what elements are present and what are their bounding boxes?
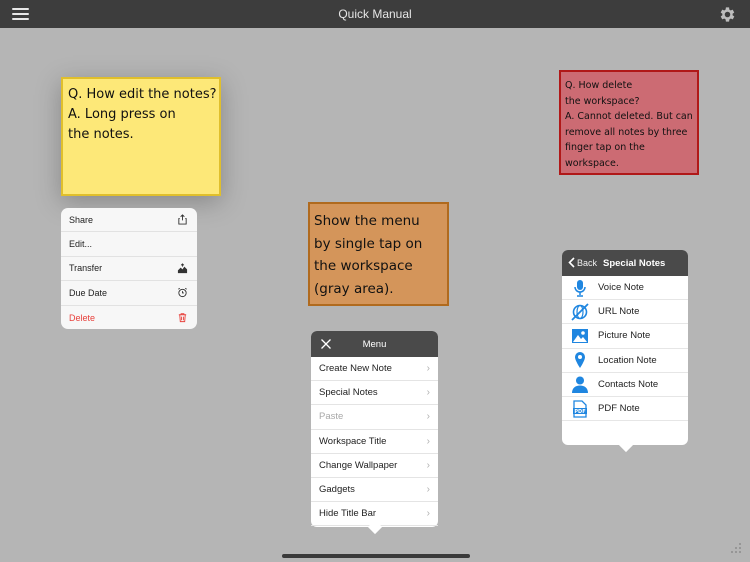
note-line: A. Cannot deleted. But can: [565, 111, 693, 122]
menu-item-label: Paste: [319, 411, 344, 423]
menu-item-change-wallpaper[interactable]: Change Wallpaper ›: [311, 454, 438, 478]
note-line: Show the menu: [314, 213, 420, 229]
app-title: Quick Manual: [338, 7, 412, 21]
context-item-label: Edit...: [69, 239, 93, 250]
menu-item-label: Special Notes: [319, 387, 378, 399]
chevron-right-icon: ›: [426, 484, 430, 496]
special-notes-header: Back Special Notes: [562, 250, 688, 276]
popover-arrow: [618, 437, 634, 453]
special-item-contacts-note[interactable]: Contacts Note: [562, 373, 688, 397]
special-notes-title: Special Notes: [603, 258, 666, 269]
contact-person-icon: [572, 376, 588, 394]
context-item-delete[interactable]: Delete: [61, 306, 197, 329]
menu-item-label: Change Wallpaper: [319, 459, 398, 471]
context-item-share[interactable]: Share: [61, 208, 197, 233]
context-item-label: Due Date: [69, 287, 108, 298]
note-line: the workspace: [314, 258, 413, 274]
svg-text:PDF: PDF: [574, 408, 585, 414]
back-label: Back: [577, 257, 598, 268]
special-item-label: Picture Note: [598, 330, 651, 342]
menu-title: Menu: [362, 339, 387, 350]
context-item-label: Delete: [69, 312, 96, 323]
alarm-clock-icon: [178, 288, 187, 298]
chevron-right-icon: ›: [426, 363, 430, 375]
share-icon: [178, 214, 187, 225]
menu-item-label: Create New Note: [319, 363, 392, 375]
note-line: Q. How delete: [565, 80, 633, 91]
context-item-label: Transfer: [69, 263, 103, 274]
sticky-note-orange[interactable]: Show the menu by single tap on the works…: [308, 202, 449, 306]
chevron-right-icon: ›: [426, 508, 430, 520]
note-line: Q. How edit the notes?: [68, 87, 217, 102]
location-pin-icon: [575, 352, 585, 369]
special-item-label: Location Note: [598, 354, 657, 366]
menu-item-workspace-title[interactable]: Workspace Title ›: [311, 430, 438, 454]
menu-item-label: Gadgets: [319, 484, 355, 496]
gear-icon[interactable]: [718, 5, 737, 24]
home-indicator: [282, 554, 470, 558]
context-item-transfer[interactable]: Transfer: [61, 257, 197, 282]
url-icon: [571, 303, 589, 321]
special-item-pdf-note[interactable]: PDF PDF Note: [562, 397, 688, 422]
chevron-right-icon: ›: [426, 459, 430, 471]
microphone-icon: [574, 279, 586, 297]
workspace-menu: Menu Create New Note › Special Notes › P…: [311, 331, 438, 535]
context-item-due-date[interactable]: Due Date: [61, 281, 197, 306]
special-item-picture-note[interactable]: Picture Note: [562, 324, 688, 349]
special-item-voice-note[interactable]: Voice Note: [562, 276, 688, 301]
special-item-label: Voice Note: [598, 282, 644, 294]
title-bar: Quick Manual: [0, 0, 750, 28]
transfer-icon: [177, 263, 188, 274]
chevron-right-icon: ›: [426, 411, 430, 423]
note-line: A. Long press on: [68, 107, 176, 122]
special-item-label: URL Note: [598, 306, 640, 318]
menu-header: Menu: [311, 331, 438, 357]
resize-grip-icon[interactable]: [728, 540, 744, 556]
note-line: the workspace?: [565, 95, 640, 107]
menu-item-gadgets[interactable]: Gadgets ›: [311, 478, 438, 503]
picture-icon: [572, 328, 588, 343]
special-notes-panel: Back Special Notes Voice Note URL Note P…: [562, 250, 688, 453]
special-item-label: PDF Note: [598, 403, 640, 415]
special-item-label: Contacts Note: [598, 378, 659, 390]
note-context-menu: Share Edit... Transfer Due Date Delete: [61, 208, 197, 329]
pdf-icon: PDF: [573, 399, 587, 418]
note-line: the notes.: [68, 127, 134, 142]
trash-icon: [178, 313, 187, 323]
special-item-location-note[interactable]: Location Note: [562, 349, 688, 373]
context-item-label: Share: [69, 214, 94, 225]
chevron-right-icon: ›: [426, 387, 430, 399]
menu-item-label: Workspace Title: [319, 435, 387, 447]
menu-item-special-notes[interactable]: Special Notes ›: [311, 381, 438, 406]
note-line: finger tap on the: [565, 142, 645, 153]
chevron-right-icon: ›: [426, 435, 430, 447]
note-line: by single tap on: [314, 235, 423, 252]
sticky-note-red[interactable]: Q. How delete the workspace? A. Cannot d…: [559, 70, 699, 175]
menu-item-paste[interactable]: Paste ›: [311, 405, 438, 430]
note-line: (gray area).: [314, 280, 394, 297]
chevron-left-icon: [568, 257, 575, 268]
menu-item-label: Hide Title Bar: [319, 508, 377, 520]
special-item-url-note[interactable]: URL Note: [562, 300, 688, 325]
menu-item-create-new-note[interactable]: Create New Note ›: [311, 357, 438, 382]
back-button[interactable]: Back: [568, 257, 597, 268]
note-line: remove all notes by three: [565, 126, 688, 138]
context-item-edit[interactable]: Edit...: [61, 232, 197, 257]
sticky-note-yellow[interactable]: Q. How edit the notes? A. Long press on …: [61, 77, 221, 196]
note-line: workspace.: [565, 157, 619, 169]
